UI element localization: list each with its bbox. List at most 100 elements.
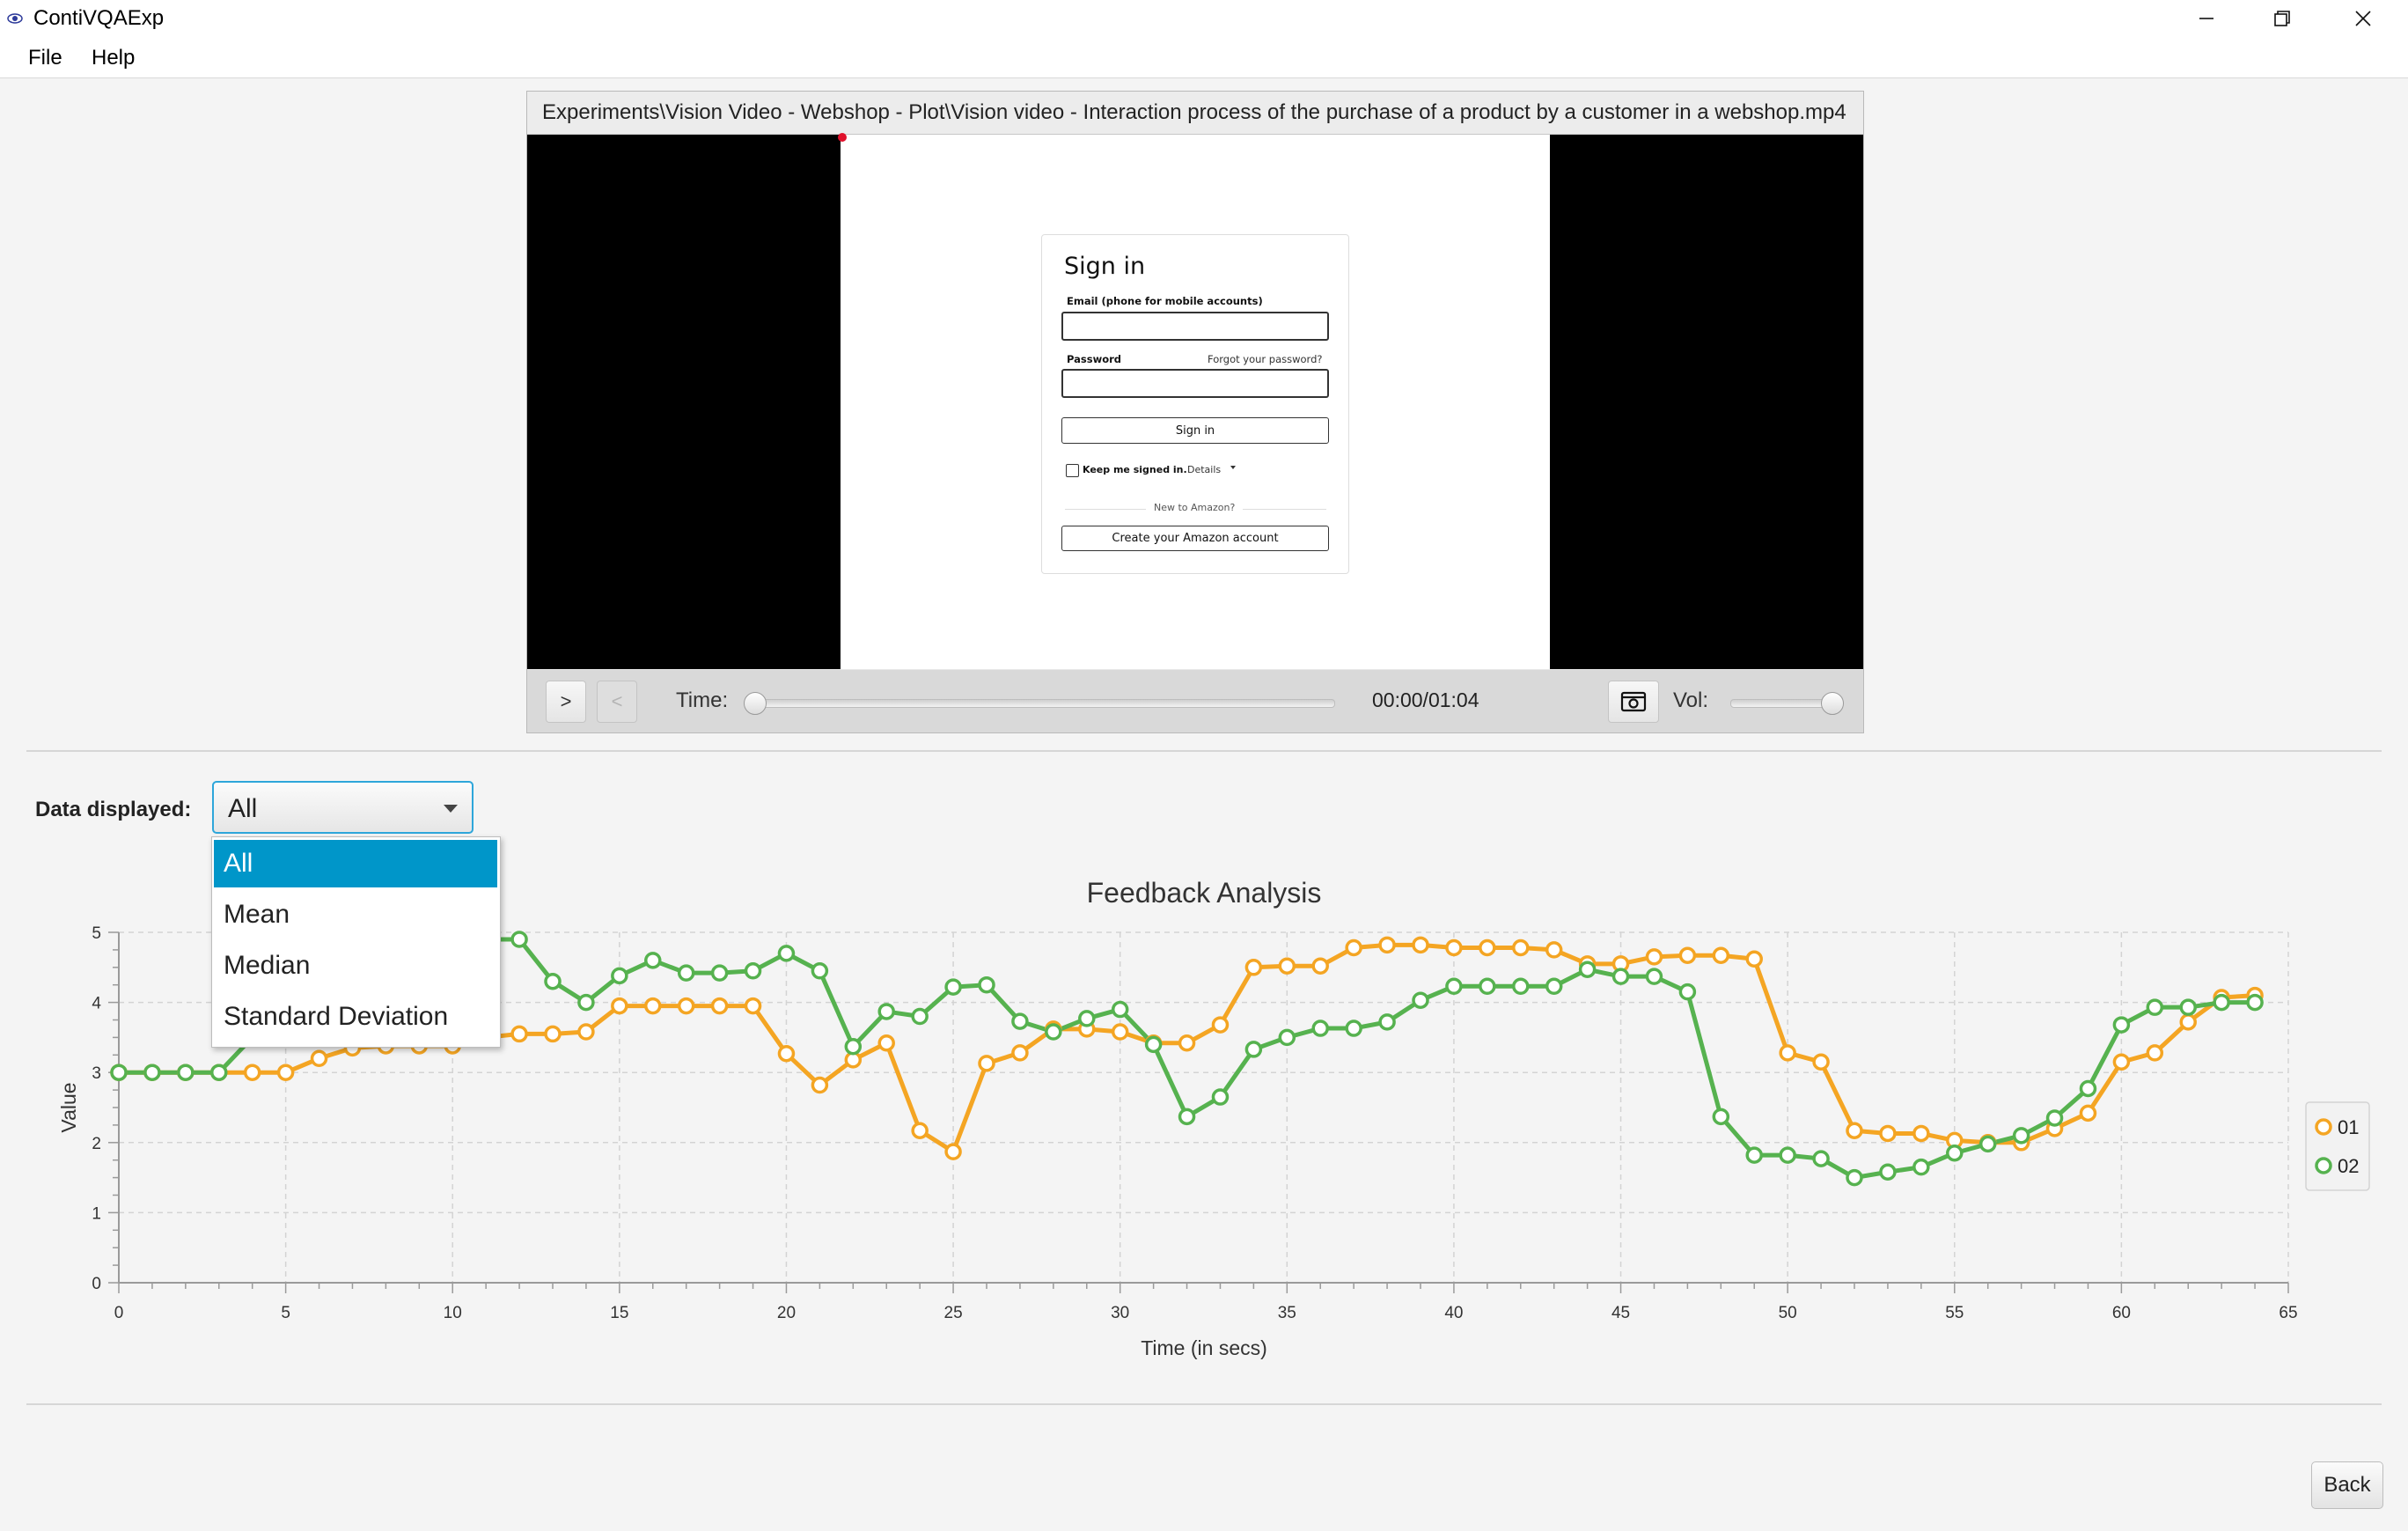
x-tick-label: 50: [1779, 1304, 1797, 1322]
chart-title: Feedback Analysis: [1087, 877, 1322, 909]
data-point-01: [2112, 1053, 2131, 1071]
y-tick-label: 3: [92, 1064, 101, 1083]
eye-icon: [7, 13, 23, 24]
legend-label: 01: [2338, 1116, 2359, 1138]
create-account-button: Create your Amazon account: [1061, 526, 1329, 551]
data-point-02: [1712, 1108, 1730, 1126]
data-point-01: [1846, 1122, 1863, 1140]
menu-bar: File Help: [0, 37, 2408, 78]
option-mean[interactable]: Mean: [214, 891, 497, 938]
data-displayed-dropdown[interactable]: All: [212, 781, 474, 834]
close-icon: [2355, 11, 2371, 26]
data-point-01: [276, 1064, 295, 1081]
data-point-02: [944, 978, 962, 996]
data-point-01: [911, 1122, 929, 1140]
option-standard-deviation[interactable]: Standard Deviation: [214, 993, 497, 1041]
data-point-02: [611, 967, 628, 985]
rewind-button[interactable]: <: [597, 681, 637, 723]
x-tick-label: 55: [1945, 1304, 1964, 1322]
x-tick-label: 45: [1611, 1304, 1630, 1322]
data-point-01: [243, 1064, 261, 1081]
x-axis-label: Time (in secs): [1141, 1336, 1267, 1359]
play-button[interactable]: >: [546, 681, 586, 723]
data-point-02: [911, 1007, 929, 1026]
details-link: Details: [1187, 464, 1222, 475]
data-point-01: [577, 1023, 595, 1041]
data-point-01: [1345, 938, 1362, 957]
keep-signed-label: Keep me signed in.: [1083, 464, 1187, 475]
separator-bottom: [26, 1403, 2382, 1405]
data-point-02: [1045, 1023, 1062, 1041]
password-field: [1061, 369, 1329, 398]
data-point-01: [1879, 1124, 1897, 1143]
data-point-02: [1178, 1108, 1196, 1126]
legend-marker-01: [2315, 1118, 2332, 1136]
data-point-01: [1912, 1124, 1930, 1143]
y-axis-label: Value: [57, 1082, 80, 1132]
restore-button[interactable]: [2243, 0, 2322, 37]
data-point-02: [1378, 1013, 1396, 1031]
time-readout: 00:00/01:04: [1372, 688, 1479, 711]
data-point-02: [2246, 993, 2264, 1012]
data-point-02: [1678, 983, 1697, 1001]
data-point-01: [1412, 936, 1429, 954]
data-point-02: [1578, 961, 1597, 978]
x-tick-label: 0: [114, 1304, 124, 1322]
snapshot-button[interactable]: [1608, 681, 1659, 723]
data-point-02: [210, 1064, 228, 1081]
time-slider-thumb[interactable]: [744, 692, 767, 715]
data-point-02: [110, 1064, 128, 1081]
video-panel: Experiments\Vision Video - Webshop - Plo…: [526, 91, 1864, 733]
data-point-02: [1211, 1088, 1230, 1106]
data-point-02: [1311, 1019, 1329, 1037]
back-button[interactable]: Back: [2311, 1461, 2383, 1509]
cursor-marker: [838, 133, 847, 142]
data-point-02: [1078, 1010, 1096, 1027]
legend-marker-02: [2315, 1157, 2332, 1174]
data-point-02: [2179, 998, 2197, 1016]
details-caret-icon: [1230, 466, 1236, 469]
x-tick-label: 40: [1444, 1304, 1463, 1322]
close-button[interactable]: [2324, 0, 2403, 37]
data-point-02: [2112, 1016, 2131, 1034]
window-title: ContiVQAExp: [33, 6, 165, 30]
data-point-01: [1779, 1044, 1796, 1062]
data-point-01: [1378, 936, 1396, 954]
divider-left: [1065, 509, 1146, 510]
data-point-01: [1712, 946, 1730, 965]
video-player[interactable]: Sign in Email (phone for mobile accounts…: [527, 133, 1863, 669]
volume-label: Vol:: [1673, 688, 1709, 712]
data-point-01: [644, 997, 662, 1015]
minimize-button[interactable]: [2167, 0, 2246, 37]
data-point-02: [1779, 1146, 1796, 1164]
data-point-01: [811, 1076, 829, 1094]
y-tick-label: 1: [92, 1204, 101, 1223]
data-point-01: [777, 1044, 796, 1063]
camera-icon: [1620, 691, 1647, 712]
legend-label: 02: [2338, 1155, 2359, 1177]
volume-slider-thumb[interactable]: [1821, 692, 1844, 715]
x-tick-label: 5: [281, 1304, 290, 1322]
minimize-icon: [2199, 18, 2213, 19]
option-median[interactable]: Median: [214, 942, 497, 990]
menu-help[interactable]: Help: [92, 46, 135, 70]
data-point-01: [1678, 946, 1697, 965]
data-point-01: [1244, 959, 1263, 976]
data-point-02: [844, 1037, 863, 1056]
time-slider-track[interactable]: [751, 699, 1335, 708]
data-point-01: [2179, 1013, 2197, 1031]
data-point-02: [2079, 1079, 2097, 1098]
menu-file[interactable]: File: [28, 46, 62, 70]
option-all[interactable]: All: [214, 840, 497, 887]
data-point-02: [1912, 1158, 1930, 1176]
data-point-01: [544, 1025, 562, 1043]
chevron-down-icon: [444, 805, 458, 813]
legend-box: [2305, 1101, 2370, 1191]
data-point-01: [877, 1034, 895, 1052]
signin-title: Sign in: [1064, 253, 1146, 280]
data-point-01: [1011, 1044, 1029, 1062]
video-frame: Sign in Email (phone for mobile accounts…: [841, 135, 1550, 669]
dropdown-selected-value: All: [228, 794, 258, 823]
data-point-01: [1311, 957, 1329, 975]
video-file-path: Experiments\Vision Video - Webshop - Plo…: [542, 100, 1846, 124]
